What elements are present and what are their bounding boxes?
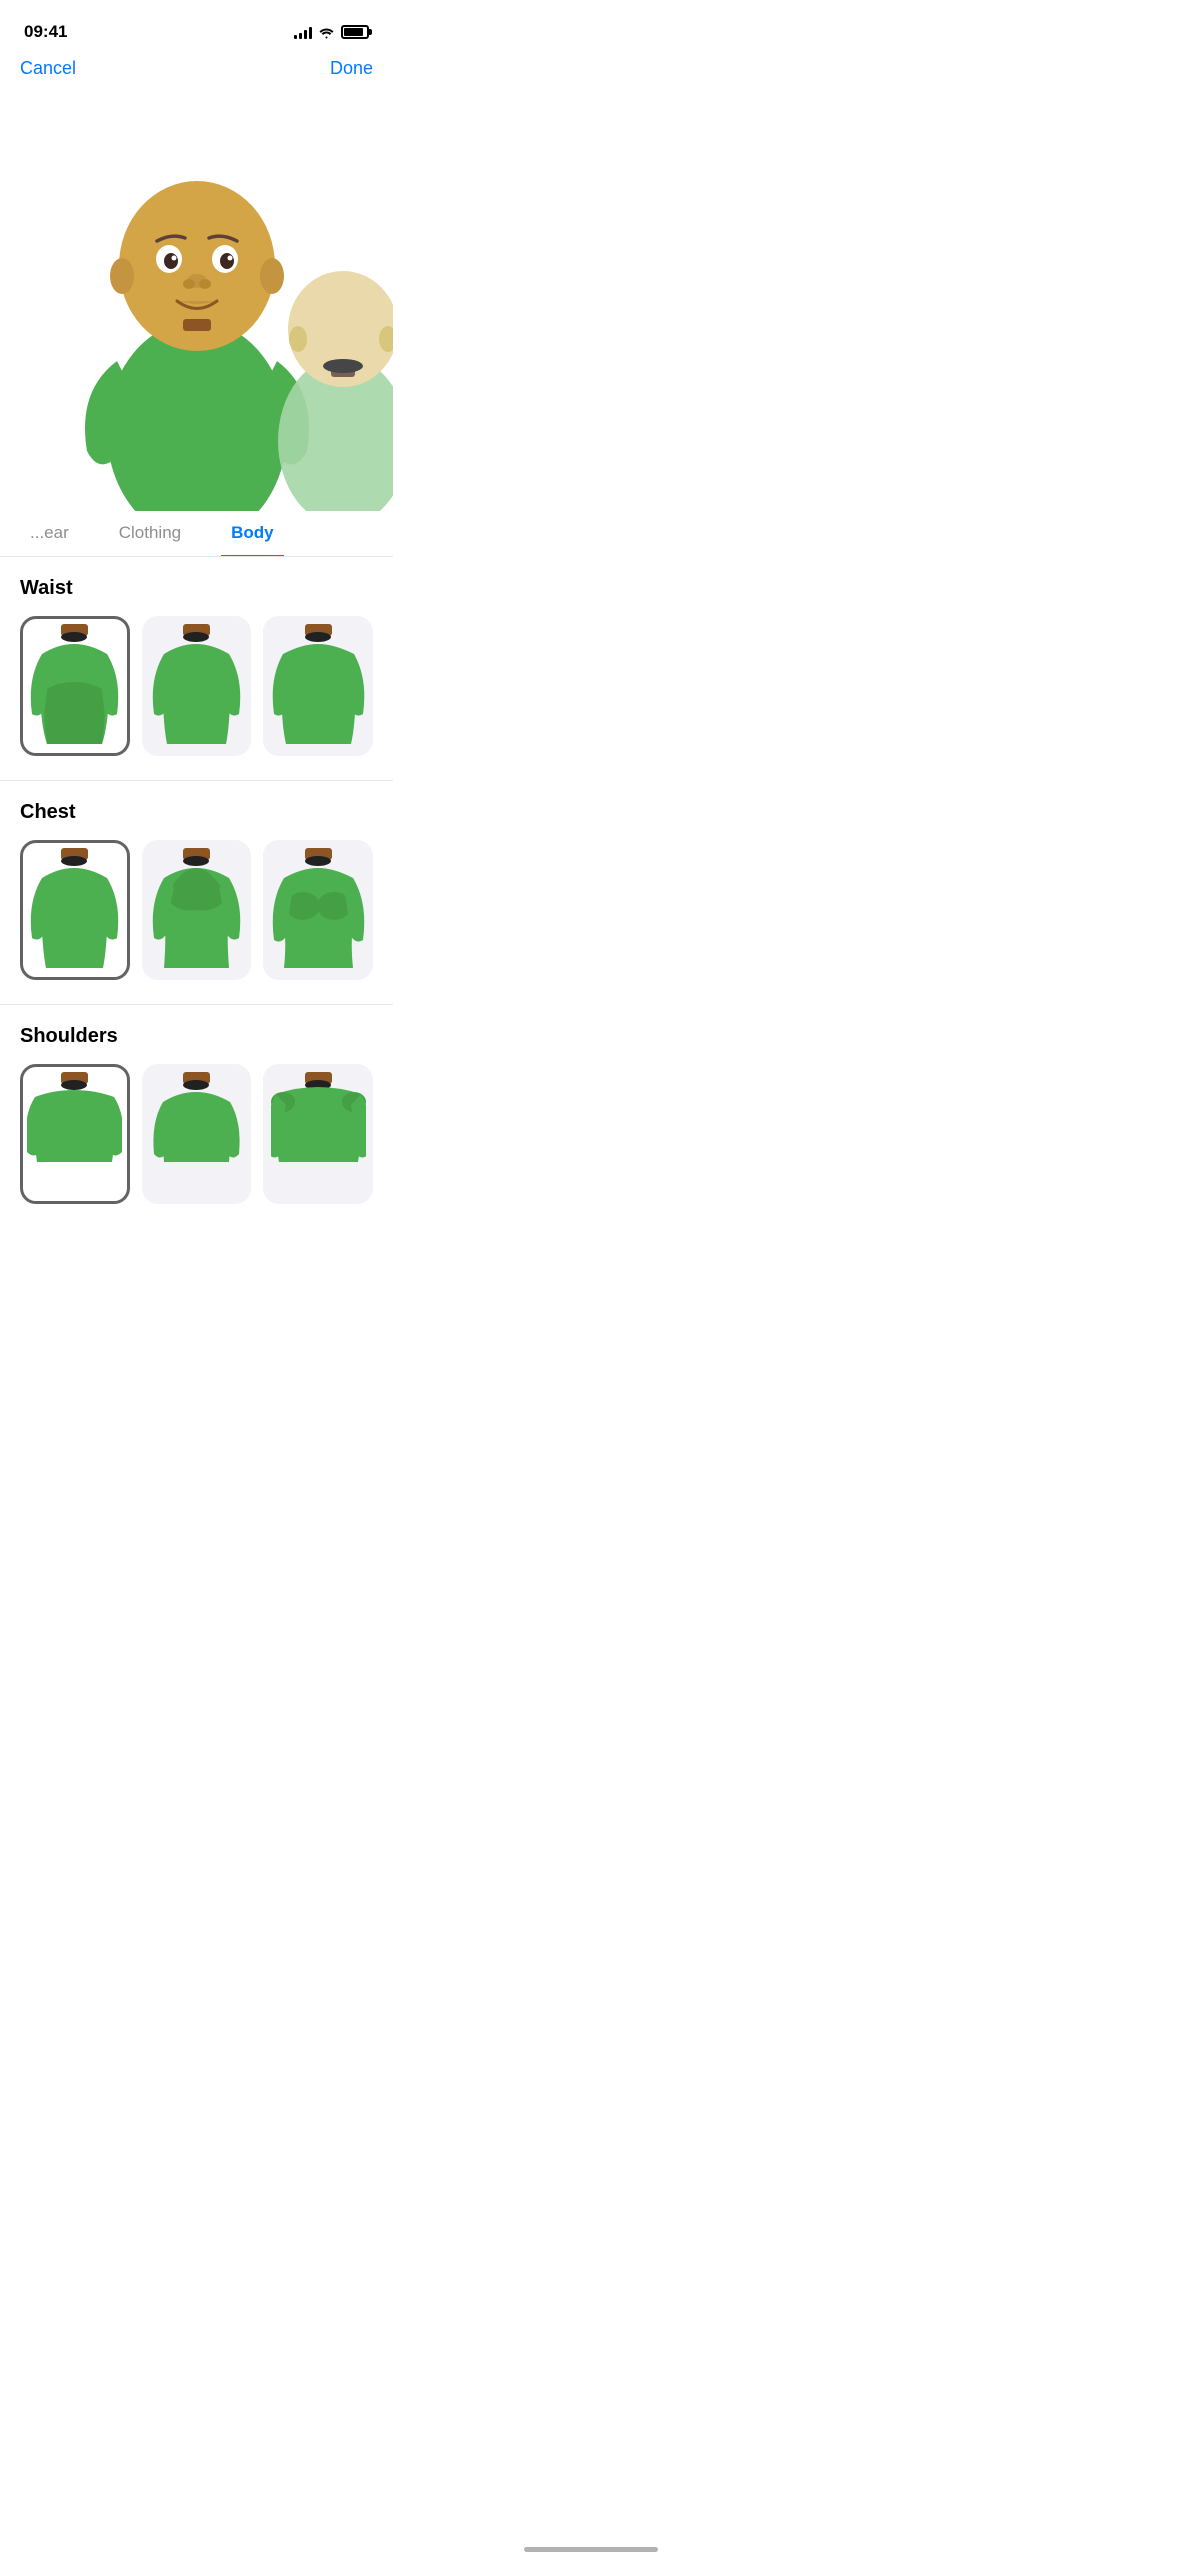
waist-options — [20, 616, 373, 756]
status-time: 09:41 — [24, 22, 67, 42]
waist-option-3[interactable] — [263, 616, 373, 756]
chest-option-3[interactable] — [263, 840, 373, 980]
tab-bar: ...ear Clothing Body — [0, 511, 393, 557]
chest-title: Chest — [20, 801, 373, 824]
done-button[interactable]: Done — [330, 58, 373, 79]
shoulders-options — [20, 1064, 373, 1204]
shoulders-section: Shoulders — [0, 1005, 393, 1218]
tab-headwear[interactable]: ...ear — [20, 511, 79, 557]
shoulders-option-2[interactable] — [142, 1064, 252, 1204]
waist-title: Waist — [20, 577, 373, 600]
waist-section: Waist — [0, 557, 393, 770]
shoulders-title: Shoulders — [20, 1025, 373, 1048]
shoulders-option-3[interactable] — [263, 1064, 373, 1204]
battery-icon — [341, 25, 369, 39]
chest-options — [20, 840, 373, 980]
wifi-icon — [318, 26, 335, 39]
waist-option-1[interactable] — [20, 616, 130, 756]
avatar-preview — [0, 91, 393, 511]
status-bar: 09:41 — [0, 0, 393, 50]
cancel-button[interactable]: Cancel — [20, 58, 76, 79]
status-icons — [294, 25, 369, 39]
shoulders-option-1[interactable] — [20, 1064, 130, 1204]
home-indicator — [524, 2547, 658, 2552]
nav-bar: Cancel Done — [0, 50, 393, 91]
tab-clothing[interactable]: Clothing — [109, 511, 191, 557]
secondary-avatar — [263, 211, 393, 511]
chest-section: Chest — [0, 781, 393, 994]
waist-option-2[interactable] — [142, 616, 252, 756]
chest-option-1[interactable] — [20, 840, 130, 980]
chest-option-2[interactable] — [142, 840, 252, 980]
tab-body[interactable]: Body — [221, 511, 284, 557]
signal-icon — [294, 25, 312, 39]
